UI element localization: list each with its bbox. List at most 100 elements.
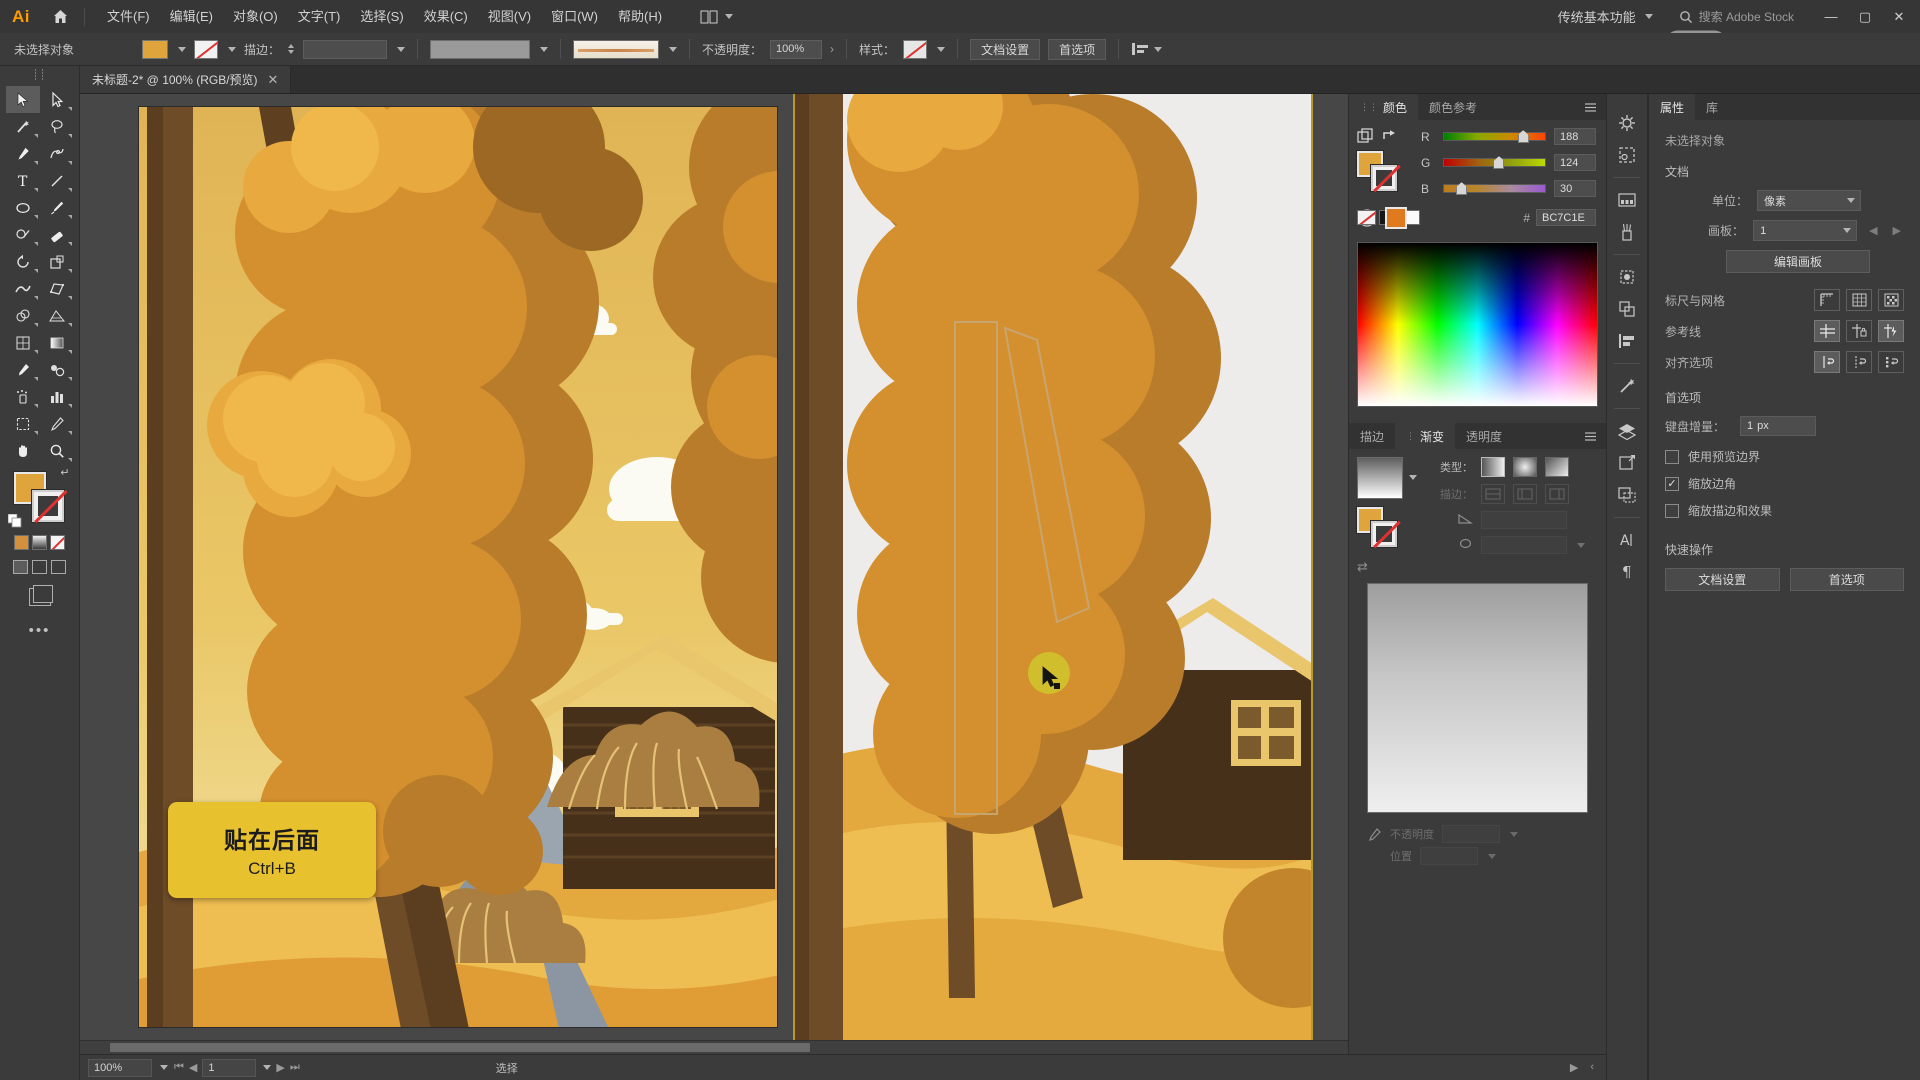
brush-definition-preview[interactable] bbox=[573, 39, 660, 59]
swap-fill-stroke-icon[interactable]: ↵ bbox=[60, 466, 69, 479]
channel-g-slider[interactable] bbox=[1443, 156, 1546, 169]
mesh-tool[interactable] bbox=[6, 329, 40, 356]
units-select[interactable]: 像素 bbox=[1757, 190, 1861, 211]
gradient-stroke-along-icon[interactable] bbox=[1513, 484, 1537, 504]
gradient-swatch-icon[interactable] bbox=[32, 535, 47, 550]
tab-color-guide[interactable]: 颜色参考 bbox=[1418, 94, 1488, 120]
direct-selection-tool[interactable] bbox=[40, 86, 74, 113]
gradient-angle-field[interactable] bbox=[1481, 511, 1567, 529]
gradient-type-radial-icon[interactable] bbox=[1513, 457, 1537, 477]
tab-gradient[interactable]: ⋮ 渐变 bbox=[1395, 423, 1456, 449]
menu-edit[interactable]: 编辑(E) bbox=[160, 0, 223, 33]
zoom-tool[interactable] bbox=[40, 437, 74, 464]
chevron-down-icon[interactable] bbox=[160, 1065, 168, 1070]
channel-b-slider[interactable] bbox=[1443, 182, 1546, 195]
workspace-switcher[interactable]: 传统基本功能 bbox=[1548, 5, 1663, 29]
stroke-swatch[interactable] bbox=[194, 39, 219, 59]
search-adobe-stock[interactable]: 搜索 Adobe Stock bbox=[1669, 5, 1804, 29]
scale-tool[interactable] bbox=[40, 248, 74, 275]
character-dock-icon[interactable]: A bbox=[1610, 525, 1644, 555]
quick-document-setup-button[interactable]: 文档设置 bbox=[1665, 568, 1780, 591]
align-dropdown[interactable] bbox=[1131, 41, 1163, 57]
opacity-field[interactable]: 100% bbox=[770, 39, 823, 59]
artboard-tool[interactable] bbox=[6, 410, 40, 437]
lasso-tool[interactable] bbox=[40, 113, 74, 140]
curvature-tool[interactable] bbox=[40, 140, 74, 167]
graphic-style-swatch[interactable] bbox=[903, 39, 928, 59]
maximize-button[interactable]: ▢ bbox=[1848, 0, 1882, 33]
default-fill-stroke-icon[interactable] bbox=[7, 514, 22, 528]
paintbrush-tool[interactable] bbox=[40, 194, 74, 221]
eyedropper-icon[interactable] bbox=[1367, 827, 1382, 842]
magic-wand-dock-icon[interactable] bbox=[1610, 371, 1644, 401]
minimize-button[interactable]: — bbox=[1814, 0, 1848, 33]
change-screen-mode-icon[interactable] bbox=[28, 585, 53, 606]
home-icon[interactable] bbox=[42, 0, 78, 33]
color-panel-menu-icon[interactable] bbox=[1575, 94, 1606, 120]
blend-tool[interactable] bbox=[40, 356, 74, 383]
document-tab[interactable]: 未标题-2* @ 100% (RGB/预览) ✕ bbox=[80, 66, 292, 93]
chevron-down-icon[interactable] bbox=[540, 46, 549, 52]
use-preview-bounds-checkbox[interactable] bbox=[1665, 449, 1679, 464]
chevron-down-icon[interactable] bbox=[1577, 542, 1585, 548]
gradient-stroke-swatch[interactable] bbox=[1370, 520, 1401, 549]
last-artboard-button[interactable]: ⏭ bbox=[290, 1061, 300, 1074]
color-swatch-icon[interactable] bbox=[14, 535, 29, 550]
eraser-tool[interactable] bbox=[40, 221, 74, 248]
arrange-documents-button[interactable] bbox=[694, 6, 739, 28]
variable-width-profile-field[interactable] bbox=[430, 39, 531, 59]
edit-artboards-button[interactable]: 编辑画板 bbox=[1726, 250, 1870, 273]
snap-to-grid-icon[interactable] bbox=[1846, 351, 1872, 373]
perspective-grid-tool[interactable] bbox=[40, 302, 74, 329]
gradient-opacity-field[interactable] bbox=[1442, 825, 1500, 843]
document-setup-button[interactable]: 文档设置 bbox=[970, 38, 1041, 60]
none-swatch-icon[interactable] bbox=[50, 535, 65, 550]
scale-corners-checkbox[interactable]: ✓ bbox=[1665, 476, 1679, 491]
opacity-more-icon[interactable]: › bbox=[830, 42, 834, 56]
menu-select[interactable]: 选择(S) bbox=[350, 0, 413, 33]
next-artboard-button[interactable]: ▶ bbox=[1890, 224, 1904, 237]
scale-strokes-effects-checkbox[interactable] bbox=[1665, 503, 1679, 518]
gradient-stroke-across-icon[interactable] bbox=[1545, 484, 1569, 504]
gradient-aspect-field[interactable] bbox=[1481, 536, 1567, 554]
channel-g-value[interactable]: 124 bbox=[1554, 154, 1596, 171]
ellipse-tool[interactable] bbox=[6, 194, 40, 221]
chevron-down-icon[interactable] bbox=[228, 46, 237, 52]
scale-corners-row[interactable]: ✓ 缩放边角 bbox=[1665, 475, 1904, 492]
chevron-down-icon[interactable] bbox=[1488, 853, 1496, 859]
swatches-dock-icon[interactable] bbox=[1610, 185, 1644, 215]
fill-swatch[interactable] bbox=[142, 39, 169, 59]
magic-wand-tool[interactable] bbox=[6, 113, 40, 140]
gradient-panel-menu-icon[interactable] bbox=[1575, 423, 1606, 449]
show-rulers-icon[interactable] bbox=[1814, 289, 1840, 311]
rotate-tool[interactable] bbox=[6, 248, 40, 275]
gradient-reverse-icon[interactable]: ⇄ bbox=[1357, 559, 1417, 575]
none-swatch-icon[interactable] bbox=[1357, 210, 1376, 225]
channel-b-value[interactable]: 30 bbox=[1554, 180, 1596, 197]
menu-type[interactable]: 文字(T) bbox=[288, 0, 351, 33]
snap-to-pixel-icon[interactable] bbox=[1878, 351, 1904, 373]
paragraph-dock-icon[interactable]: ¶ bbox=[1610, 557, 1644, 587]
tab-stroke[interactable]: 描边 bbox=[1349, 423, 1395, 449]
hand-tool[interactable] bbox=[6, 437, 40, 464]
chevron-down-icon[interactable] bbox=[263, 1065, 272, 1070]
screen-mode-normal-icon[interactable] bbox=[13, 560, 28, 574]
prev-artboard-button[interactable]: ◀ bbox=[189, 1061, 197, 1074]
pathfinder-dock-icon[interactable] bbox=[1610, 294, 1644, 324]
gradient-type-freeform-icon[interactable] bbox=[1545, 457, 1569, 477]
symbol-sprayer-tool[interactable] bbox=[6, 383, 40, 410]
properties-dock-icon[interactable] bbox=[1610, 108, 1644, 138]
menu-help[interactable]: 帮助(H) bbox=[608, 0, 672, 33]
stroke-color-swatch[interactable] bbox=[30, 489, 68, 524]
out-of-gamut-swatch[interactable] bbox=[1385, 207, 1407, 229]
scrollbar-thumb[interactable] bbox=[110, 1043, 810, 1052]
menu-effect[interactable]: 效果(C) bbox=[414, 0, 478, 33]
status-collapse-icon[interactable]: ‹ bbox=[1590, 1061, 1594, 1074]
menu-window[interactable]: 窗口(W) bbox=[541, 0, 608, 33]
chevron-down-icon[interactable] bbox=[397, 46, 406, 52]
appearance-dock-icon[interactable] bbox=[1610, 448, 1644, 478]
slice-tool[interactable] bbox=[40, 410, 74, 437]
gradient-location-field[interactable] bbox=[1420, 847, 1478, 865]
edit-toolbar-icon[interactable]: ••• bbox=[29, 622, 51, 639]
preferences-button[interactable]: 首选项 bbox=[1048, 38, 1107, 60]
